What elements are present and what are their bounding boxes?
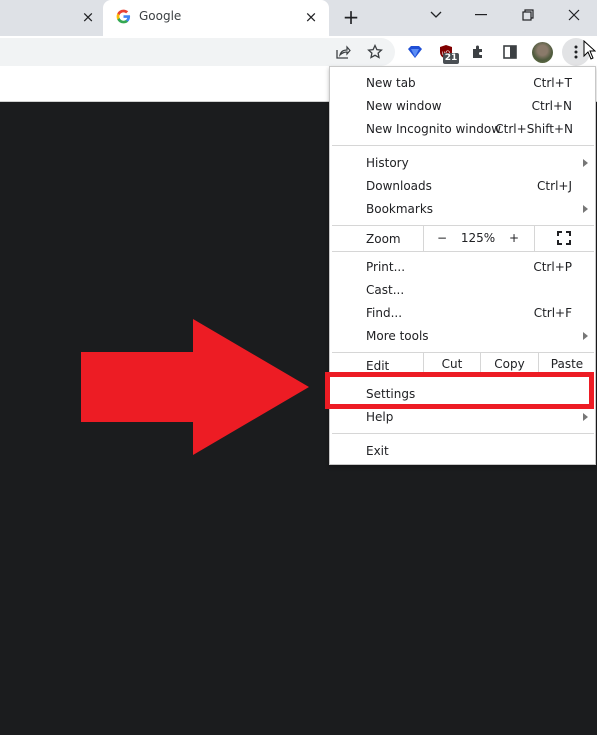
menu-divider xyxy=(332,225,594,226)
menu-divider xyxy=(332,433,594,434)
menu-item-bookmarks[interactable]: Bookmarks xyxy=(330,198,595,221)
menu-item-new-incognito-window[interactable]: New Incognito window Ctrl+Shift+N xyxy=(330,118,595,141)
menu-item-downloads[interactable]: Downloads Ctrl+J xyxy=(330,175,595,198)
menu-item-history[interactable]: History xyxy=(330,152,595,175)
menu-item-more-tools[interactable]: More tools xyxy=(330,325,595,348)
submenu-arrow-icon xyxy=(583,159,588,167)
menu-item-new-window[interactable]: New window Ctrl+N xyxy=(330,95,595,118)
menu-item-cast[interactable]: Cast... xyxy=(330,279,595,302)
menu-item-print[interactable]: Print... Ctrl+P xyxy=(330,256,595,279)
copy-button[interactable]: Copy xyxy=(481,357,538,371)
menu-divider xyxy=(332,251,594,252)
menu-item-new-tab[interactable]: New tab Ctrl+T xyxy=(330,72,595,95)
zoom-divider xyxy=(423,226,424,251)
menu-item-exit[interactable]: Exit xyxy=(330,440,595,463)
menu-divider xyxy=(332,145,594,146)
zoom-out-button[interactable]: − xyxy=(434,231,450,245)
fullscreen-button[interactable] xyxy=(556,231,572,245)
menu-item-find[interactable]: Find... Ctrl+F xyxy=(330,302,595,325)
paste-button[interactable]: Paste xyxy=(539,357,595,371)
settings-highlight-box xyxy=(325,372,594,409)
zoom-label: Zoom xyxy=(366,232,401,246)
menu-item-help[interactable]: Help xyxy=(330,406,595,429)
submenu-arrow-icon xyxy=(583,205,588,213)
edit-label: Edit xyxy=(366,359,390,373)
cut-button[interactable]: Cut xyxy=(424,357,480,371)
zoom-divider xyxy=(534,226,535,251)
fullscreen-icon xyxy=(557,231,571,245)
arrow-shape xyxy=(81,319,309,455)
submenu-arrow-icon xyxy=(583,332,588,340)
zoom-in-button[interactable]: + xyxy=(506,231,522,245)
zoom-level: 125% xyxy=(460,231,496,245)
submenu-arrow-icon xyxy=(583,413,588,421)
menu-divider xyxy=(332,352,594,353)
